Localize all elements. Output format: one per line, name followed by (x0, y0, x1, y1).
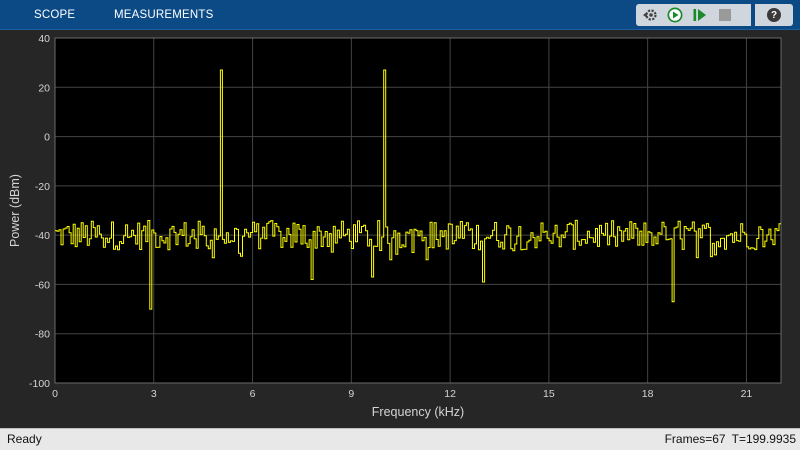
x-tick-label: 3 (151, 388, 157, 400)
y-tick-label: -40 (35, 230, 50, 242)
status-frames: Frames=67 (664, 432, 726, 446)
help-button[interactable]: ? (755, 4, 793, 26)
x-tick-label: 18 (642, 388, 654, 400)
y-tick-label: -60 (35, 279, 50, 291)
y-tick-label: -20 (35, 181, 50, 193)
tab-scope[interactable]: SCOPE (34, 0, 75, 30)
y-tick-label: -80 (35, 329, 50, 341)
plot-background (55, 38, 781, 383)
spectrum-plot-area: 0 3 6 9 12 15 18 21 40 20 0 -20 -40 -60 -80 -100 Frequen… (0, 30, 800, 428)
stop-icon[interactable] (714, 5, 736, 25)
x-tick-label: 0 (52, 388, 58, 400)
y-tick-label: 20 (38, 82, 50, 94)
simulation-controls (636, 4, 751, 26)
x-tick-label: 9 (348, 388, 354, 400)
y-axis-label: Power (dBm) (8, 174, 22, 247)
status-ready: Ready (7, 432, 42, 446)
settings-gear-icon[interactable] (639, 5, 661, 25)
y-tick-label: 0 (44, 132, 50, 144)
status-time: T=199.9935 (731, 432, 796, 446)
status-bar: Ready Frames=67 T=199.9935 (0, 428, 800, 450)
spectrum-chart: 0 3 6 9 12 15 18 21 40 20 0 -20 -40 -60 -80 -100 Frequen… (8, 33, 782, 419)
x-tick-label: 6 (250, 388, 256, 400)
tab-measurements[interactable]: MEASUREMENTS (114, 0, 214, 30)
run-icon[interactable] (664, 5, 686, 25)
x-tick-label: 21 (741, 388, 753, 400)
x-axis-label: Frequency (kHz) (372, 405, 464, 419)
step-forward-icon[interactable] (689, 5, 711, 25)
x-tick-label: 12 (444, 388, 456, 400)
help-icon: ? (767, 8, 781, 22)
x-tick-label: 15 (543, 388, 555, 400)
y-tick-label: 40 (38, 33, 50, 45)
y-tick-label: -100 (29, 378, 50, 390)
scope-toolbar: SCOPE MEASUREMENTS ? (0, 0, 800, 30)
